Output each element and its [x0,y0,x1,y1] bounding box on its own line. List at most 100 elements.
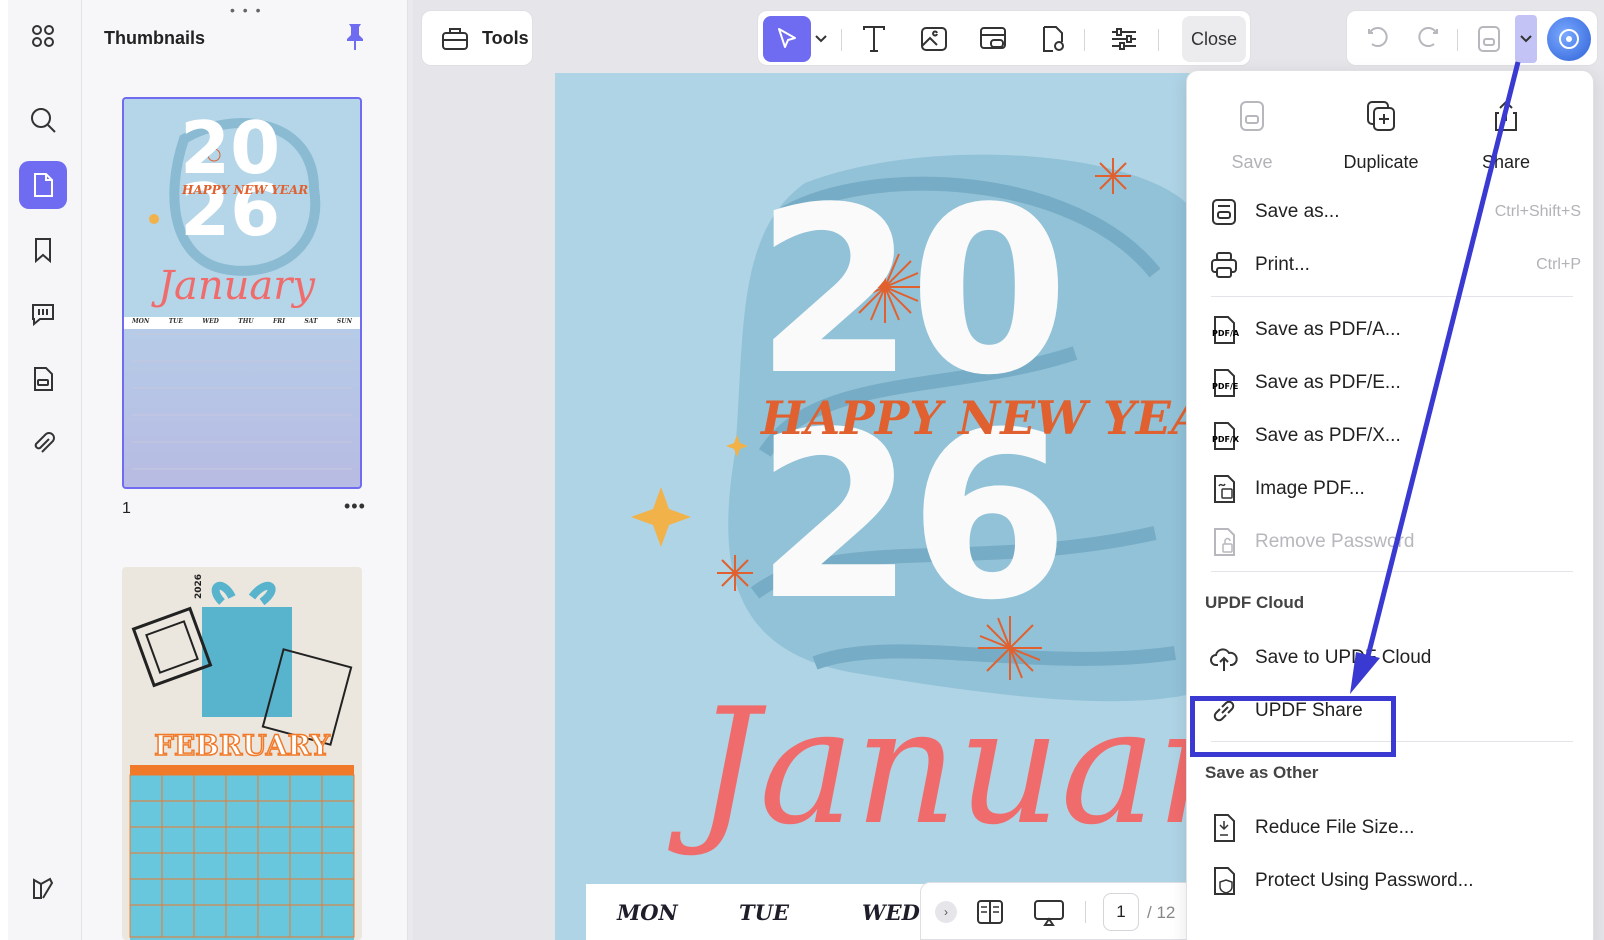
toolbar-separator [841,29,842,51]
text-tool-icon[interactable] [858,23,890,55]
thumb1-weekdays: MON TUE WED THU FRI SAT SUN [132,318,352,325]
ai-assistant-icon[interactable] [1547,17,1591,61]
menu-item-protect-password[interactable]: Protect Using Password... [1209,858,1581,904]
menu-item-label: Image PDF... [1255,478,1365,499]
menu-separator [1211,571,1573,572]
toolbar-separator [1084,29,1085,51]
toolbar-separator [1457,29,1458,51]
page-thumbnails-icon[interactable] [19,161,67,209]
select-tool-button[interactable] [763,16,811,62]
doc-greeting: HAPPY NEW YEAR [761,391,1195,445]
close-button[interactable]: Close [1182,16,1246,62]
link-tool-icon[interactable] [977,23,1009,55]
image-tool-icon[interactable] [918,23,950,55]
comments-icon[interactable] [19,290,67,338]
attachment-icon[interactable] [19,419,67,467]
page-navigator: › 1 / 12 [920,882,1195,940]
thumbnails-panel: • • • Thumbnails 20 26 HAPPY NEW YEAR Ja… [82,0,408,940]
redo-icon[interactable] [1413,23,1445,55]
thumb1-greeting: HAPPY NEW YEAR [182,183,309,197]
print-icon [1211,252,1237,278]
menu-item-label: Reduce File Size... [1255,817,1415,838]
tools-label: Tools [482,27,529,48]
thumbnail-page-2[interactable]: 2026 FEBRUARY [122,567,362,940]
share-button[interactable]: Share [1451,99,1561,173]
menu-item-save-pdf-e[interactable]: PDF/E Save as PDF/E... [1209,360,1581,406]
menu-item-remove-password[interactable]: Remove Password [1209,519,1581,565]
share-icon [1495,100,1517,131]
protect-icon [1214,867,1235,895]
menu-item-save-to-cloud[interactable]: Save to UPDF Cloud [1209,635,1581,681]
menu-item-reduce-file-size[interactable]: Reduce File Size... [1209,805,1581,851]
menu-item-shortcut: Ctrl+Shift+S [1494,203,1581,220]
search-icon[interactable] [19,96,67,144]
toolbar-separator [1158,29,1159,51]
window-edge [0,0,8,940]
pdf-e-icon: PDF/E [1212,369,1238,397]
bookmark-icon[interactable] [19,226,67,274]
menu-item-save-pdf-a[interactable]: PDF/A Save as PDF/A... [1209,307,1581,353]
section-updf-cloud: UPDF Cloud [1205,593,1305,612]
weekday-tue: TUE [739,900,789,925]
save-icon [1240,101,1264,131]
thumb2-month: FEBRUARY [153,728,330,763]
file-toolbar [1346,10,1598,66]
save-options-menu: Save Duplicate Share Save as... Ctrl+Shi… [1186,70,1594,940]
menu-item-label: Save as PDF/X... [1255,425,1401,446]
cloud-upload-icon [1210,648,1238,671]
thumbnail-page-number: 1 [122,500,131,517]
save-options-chevron-icon[interactable] [1515,15,1537,63]
duplicate-button[interactable]: Duplicate [1326,99,1436,173]
menu-separator [1211,296,1573,297]
menu-item-save-as[interactable]: Save as... Ctrl+Shift+S [1209,189,1581,235]
doc-year-top: 20 [755,159,1069,426]
page-total: / 12 [1147,903,1176,922]
section-save-as-other: Save as Other [1205,763,1319,782]
menu-item-image-pdf[interactable]: Image PDF... [1209,466,1581,512]
svg-text:PDF/X: PDF/X [1212,435,1239,444]
weekday-wed: WED [862,900,920,925]
thumbnail-page-1[interactable]: 20 26 HAPPY NEW YEAR January MON TUE WED TH… [122,97,362,489]
svg-text:PDF/E: PDF/E [1212,382,1238,391]
apps-grid-icon[interactable] [19,12,67,60]
thumb1-month: January [158,263,315,309]
edit-toolbar: Close [757,10,1251,66]
menu-item-save-pdf-x[interactable]: PDF/X Save as PDF/X... [1209,413,1581,459]
pin-icon[interactable] [344,22,366,52]
save-as-icon [1212,199,1236,225]
form-fields-icon[interactable] [19,355,67,403]
pdf-a-icon: PDF/A [1212,316,1239,344]
svg-text:PDF/A: PDF/A [1212,329,1239,338]
updf-share-highlight [1190,696,1396,757]
doc-year-bottom: 26 [755,384,1069,651]
page-layout-icon[interactable] [975,897,1005,927]
chevron-right-icon[interactable]: › [935,901,957,923]
menu-item-label: Save as PDF/E... [1255,372,1401,393]
panel-drag-handle[interactable]: • • • [230,2,262,18]
quick-save-button[interactable]: Save [1197,99,1307,173]
settings-sliders-icon[interactable] [1108,23,1140,55]
thumbnails-title: Thumbnails [104,28,206,48]
chevron-down-icon[interactable] [811,23,831,55]
page-tool-icon[interactable] [1037,23,1069,55]
undo-icon[interactable] [1361,23,1393,55]
menu-item-print[interactable]: Print... Ctrl+P [1209,242,1581,288]
remove-password-icon [1214,528,1235,556]
presentation-icon[interactable] [1033,897,1065,927]
menu-item-label: Protect Using Password... [1255,870,1474,891]
thumb2-year: 2026 [194,573,204,599]
menu-item-label: Remove Password [1255,531,1415,552]
save-disk-icon[interactable] [1473,23,1505,55]
reduce-size-icon [1214,814,1235,842]
weekday-mon: MON [617,900,678,925]
page-number-input[interactable]: 1 [1103,893,1139,931]
menu-item-label: Save as PDF/A... [1255,319,1401,340]
more-options-icon[interactable]: ••• [344,496,366,517]
menu-item-label: Save to UPDF Cloud [1255,647,1432,668]
quick-save-label: Save [1231,152,1273,172]
tools-button[interactable]: Tools [421,10,533,66]
cursor-icon [778,28,796,48]
toolbox-icon [442,28,468,50]
menu-item-label: Print... [1255,254,1310,275]
layers-icon[interactable] [19,864,67,912]
